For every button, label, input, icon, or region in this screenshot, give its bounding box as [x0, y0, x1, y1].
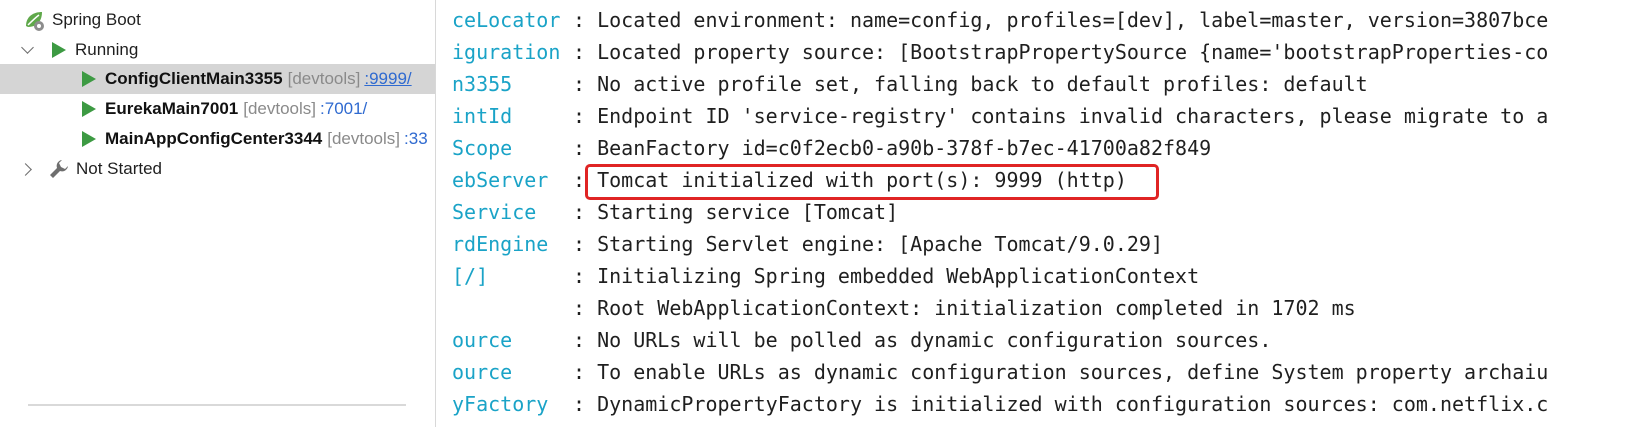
- console-line: n3355 : No active profile set, falling ba…: [436, 68, 1644, 100]
- highlight-annotation-box: [585, 164, 1159, 200]
- tree-root-spring-boot[interactable]: Spring Boot: [0, 5, 435, 35]
- spring-boot-icon: [26, 12, 44, 31]
- horizontal-scrollbar[interactable]: [28, 404, 406, 406]
- port-link[interactable]: :7001/: [320, 99, 367, 119]
- run-icon: [82, 131, 96, 147]
- log-message: : BeanFactory id=c0f2ecb0-a90b-378f-b7ec…: [573, 136, 1212, 160]
- app-name: EurekaMain7001: [105, 99, 239, 118]
- tree-item-app[interactable]: ConfigClientMain3355 [devtools] :9999/: [0, 64, 435, 94]
- log-message: : To enable URLs as dynamic configuratio…: [573, 360, 1549, 384]
- console-line: yFactory : DynamicPropertyFactory is init…: [436, 388, 1644, 420]
- not-started-label: Not Started: [76, 159, 162, 178]
- port-link[interactable]: :9999/: [364, 69, 411, 89]
- app-name: ConfigClientMain3355: [105, 69, 283, 88]
- services-tree: Spring Boot Running ConfigClientMain3355…: [0, 0, 435, 427]
- console-line: rdEngine : Starting Servlet engine: [Apac…: [436, 228, 1644, 260]
- tree-item-app[interactable]: EurekaMain7001 [devtools] :7001/: [0, 94, 435, 124]
- logger-name: n3355: [452, 72, 513, 96]
- logger-name: Scope: [452, 136, 513, 160]
- wrench-icon: [50, 160, 68, 178]
- tree-item-app[interactable]: MainAppConfigCenter3344 [devtools] :33: [0, 124, 435, 154]
- console-line: intId : Endpoint ID 'service-registry' co…: [436, 100, 1644, 132]
- logger-name: [/]: [452, 264, 489, 288]
- log-message: : Root WebApplicationContext: initializa…: [573, 296, 1356, 320]
- log-message: : Initializing Spring embedded WebApplic…: [573, 264, 1200, 288]
- run-icon: [82, 71, 96, 87]
- devtools-tag: [devtools]: [287, 69, 361, 88]
- logger-name: Service: [452, 200, 537, 224]
- console-output[interactable]: ceLocator : Located environment: name=con…: [436, 0, 1644, 427]
- run-icon: [52, 42, 66, 58]
- log-message: : Endpoint ID 'service-registry' contain…: [573, 104, 1549, 128]
- log-message: : Located property source: [BootstrapPro…: [573, 40, 1549, 64]
- tree-group-running[interactable]: Running: [0, 35, 435, 65]
- log-message: : No URLs will be polled as dynamic conf…: [573, 328, 1272, 352]
- logger-name: ceLocator: [452, 8, 561, 32]
- devtools-tag: [devtools]: [243, 99, 317, 118]
- logger-name: yFactory: [452, 392, 549, 416]
- logger-name: intId: [452, 104, 513, 128]
- console-line: [/] : Initializing Spring embedded WebApp…: [436, 260, 1644, 292]
- log-message: : DynamicPropertyFactory is initialized …: [573, 392, 1549, 416]
- log-message: : Starting service [Tomcat]: [573, 200, 899, 224]
- tree-group-not-started[interactable]: Not Started: [0, 154, 435, 184]
- run-icon: [82, 101, 96, 117]
- console-line: ource : To enable URLs as dynamic configu…: [436, 356, 1644, 388]
- devtools-tag: [devtools]: [327, 129, 401, 148]
- chevron-down-icon[interactable]: [18, 40, 38, 60]
- console-line: iguration : Located property source: [Boo…: [436, 36, 1644, 68]
- logger-name: rdEngine: [452, 232, 549, 256]
- chevron-right-icon[interactable]: [18, 159, 38, 179]
- logger-name: ebServer: [452, 168, 549, 192]
- port-link[interactable]: :33: [404, 129, 428, 149]
- running-label: Running: [75, 40, 139, 59]
- log-message: : Located environment: name=config, prof…: [573, 8, 1549, 32]
- logger-name: ource: [452, 360, 513, 384]
- log-message: : Starting Servlet engine: [Apache Tomca…: [573, 232, 1164, 256]
- log-message: : No active profile set, falling back to…: [573, 72, 1368, 96]
- console-line: Scope : BeanFactory id=c0f2ecb0-a90b-378f…: [436, 132, 1644, 164]
- console-line: : Root WebApplicationContext: initializa…: [436, 292, 1644, 324]
- console-line: ource : No URLs will be polled as dynamic…: [436, 324, 1644, 356]
- logger-name: ource: [452, 328, 513, 352]
- console-line: ceLocator : Located environment: name=con…: [436, 4, 1644, 36]
- console-line: Service : Starting service [Tomcat]: [436, 196, 1644, 228]
- tree-root-label: Spring Boot: [52, 10, 141, 29]
- logger-name: iguration: [452, 40, 561, 64]
- app-name: MainAppConfigCenter3344: [105, 129, 323, 148]
